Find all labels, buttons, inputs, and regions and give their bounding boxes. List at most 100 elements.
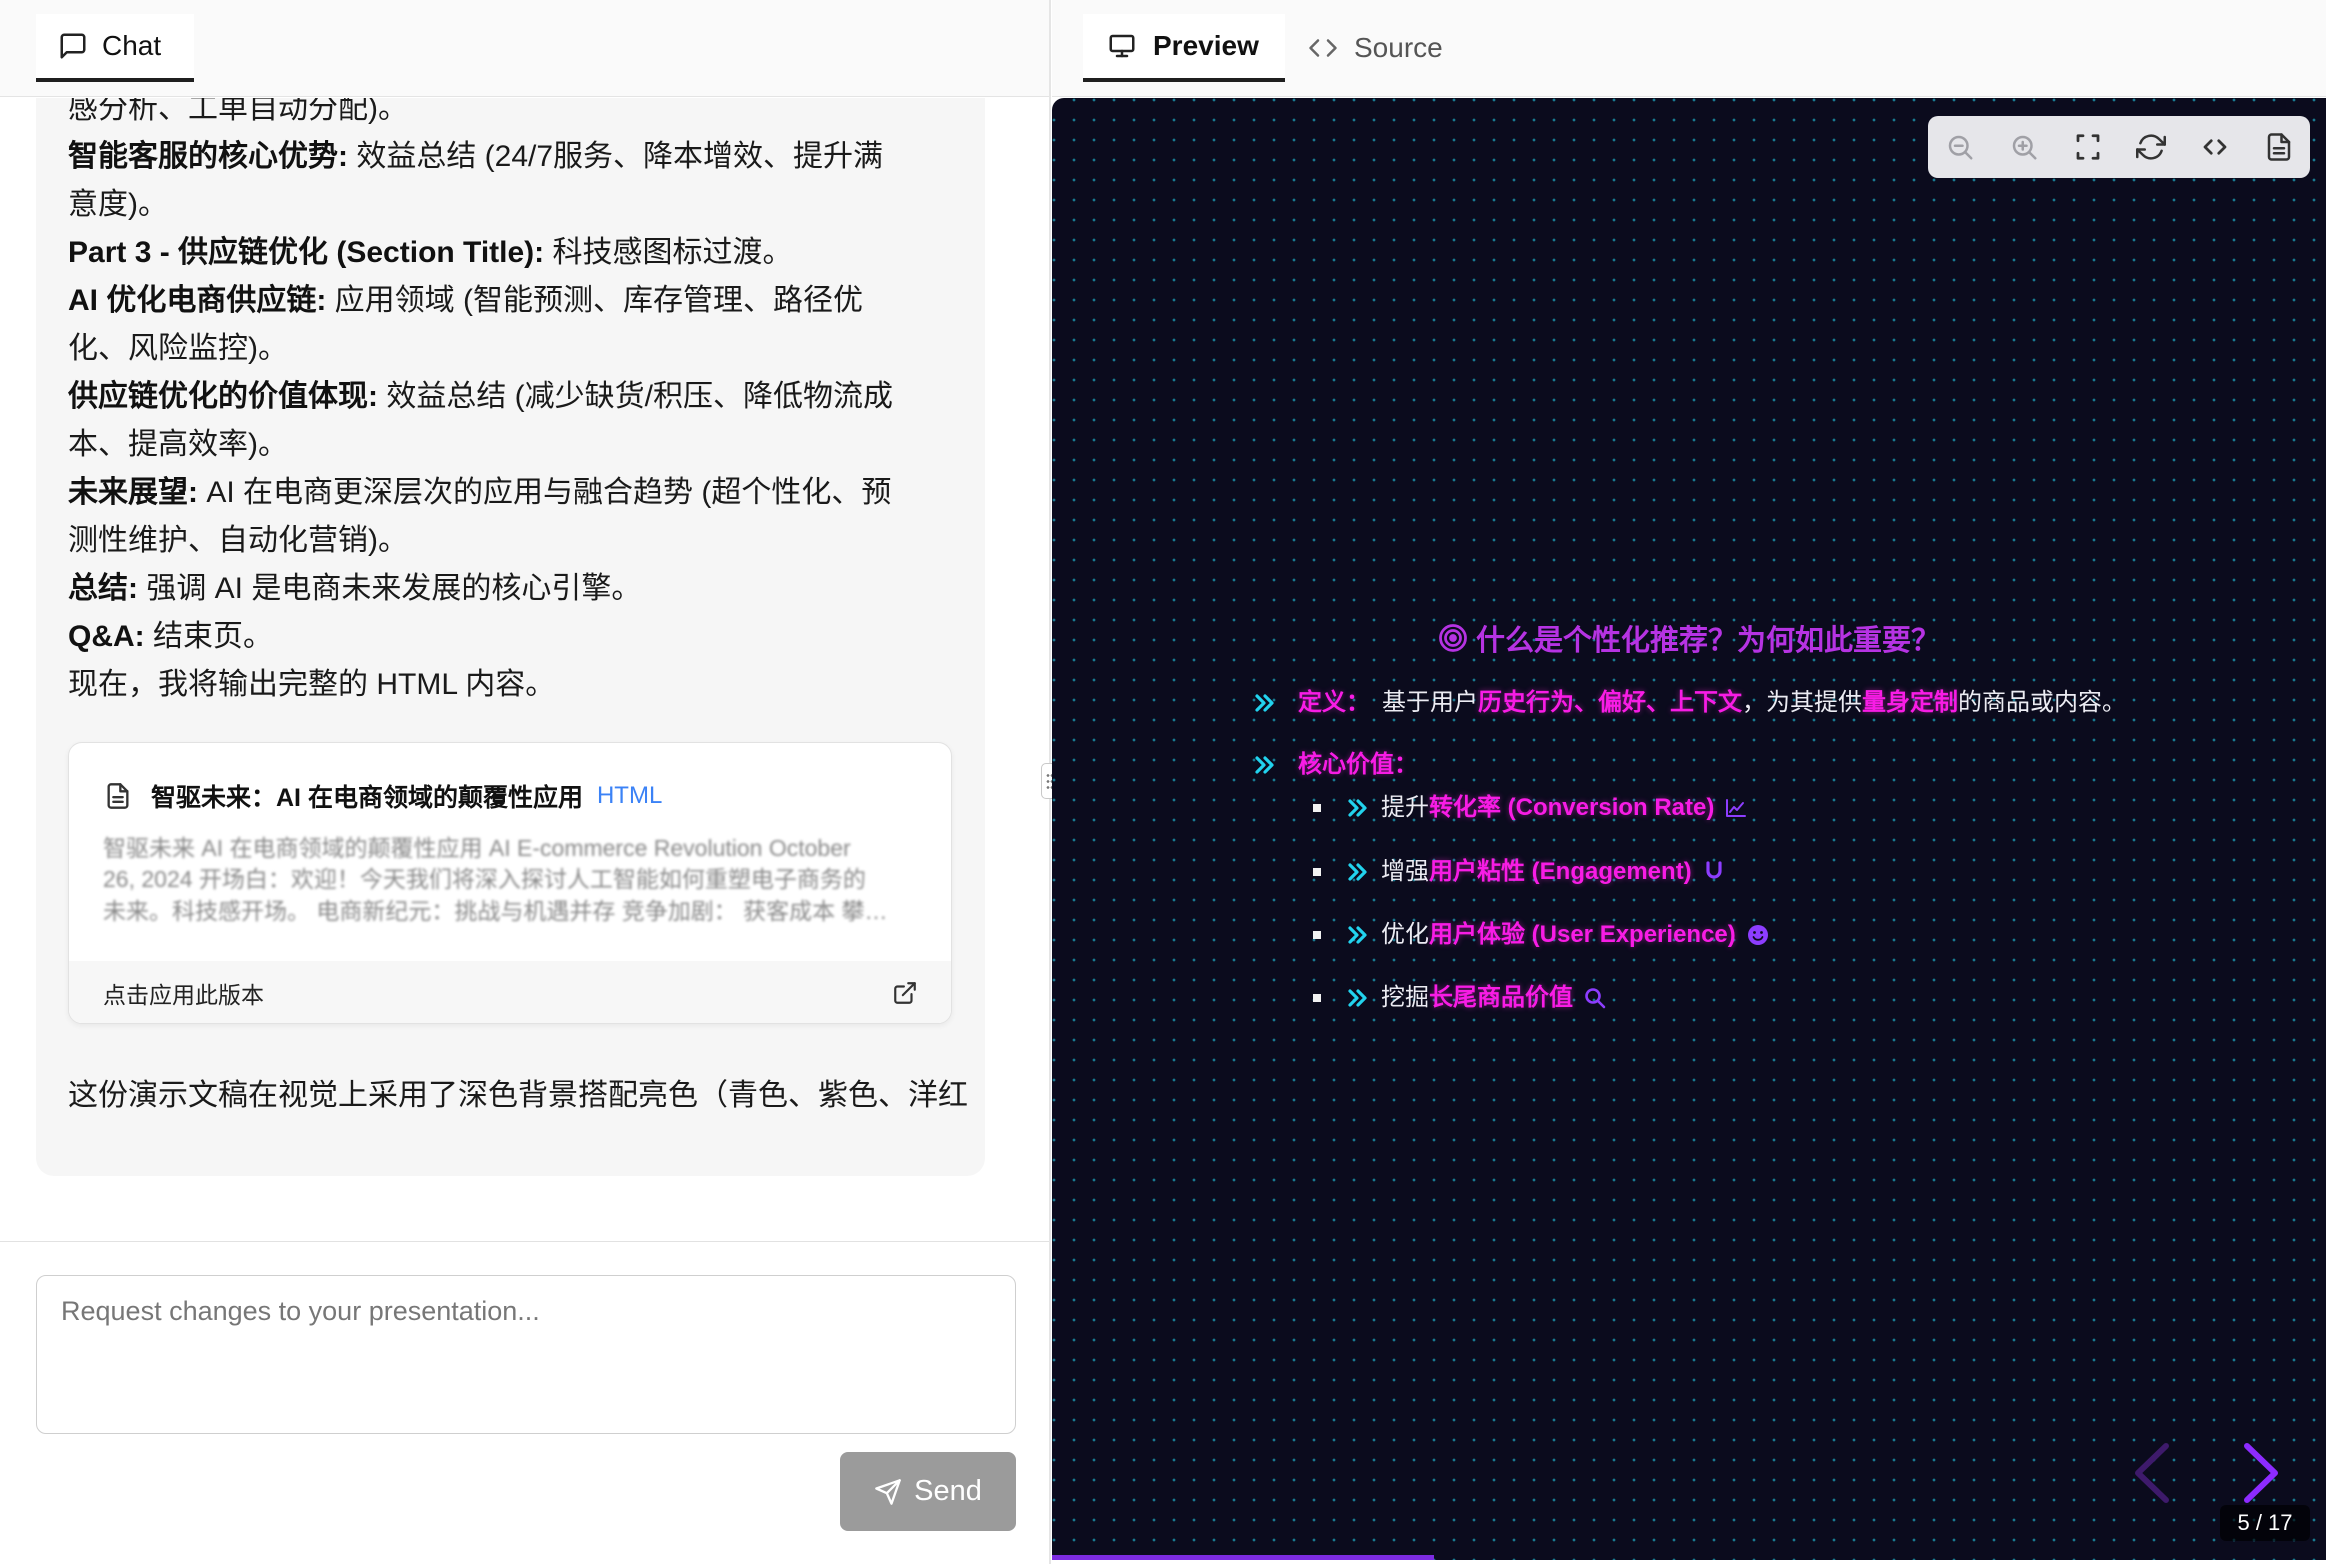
artifact-title: 智驱未来：AI 在电商领域的颠覆性应用 [151, 784, 583, 812]
definition-highlight: 量身定制 [1862, 689, 1958, 716]
artifact-preview-line: 未来。科技感开场。 电商新纪元：挑战与机遇并存 竞争加剧： 获客成本 攀… [103, 898, 888, 924]
artifact-preview-line: 智驱未来 AI 在电商领域的颠覆性应用 AI E-commerce Revolu… [103, 835, 851, 861]
send-icon [874, 1478, 902, 1506]
value-item: 优化 用户体验 (User Experience) [1381, 917, 1770, 953]
value-item: 提升 转化率 (Conversion Rate) [1381, 790, 1748, 826]
artifact-title-row: 智驱未来：AI 在电商领域的颠覆性应用 HTML [69, 776, 951, 816]
message-line-bold: Part 3 - 供应链优化 (Section Title): [68, 236, 545, 269]
message-line-bold: Q&A: [68, 620, 145, 653]
slide-title-text: 什么是个性化推荐？为何如此重要？ [1475, 625, 1940, 657]
double-chevron-icon [1346, 986, 1370, 1010]
message-line: 本、提高效率)。 [68, 421, 288, 469]
tab-preview[interactable]: Preview [1083, 14, 1285, 82]
bullseye-icon [1438, 623, 1468, 653]
code-icon[interactable] [2200, 132, 2230, 162]
message-line-text: 效益总结 (减少缺货/积压、降低物流成 [378, 380, 893, 413]
message-line-bold: 供应链优化的价值体现: [68, 380, 378, 413]
message-line-text: 本、提高效率)。 [68, 428, 288, 461]
magnet-icon [1702, 860, 1726, 884]
chat-message-area[interactable]: 感分析、工单自动分配)。 智能客服的核心优势: 效益总结 (24/7服务、降本增… [36, 98, 1017, 1198]
value-item: 增强 用户粘性 (Engagement) [1381, 854, 1726, 890]
double-chevron-icon [1346, 860, 1370, 884]
tab-source[interactable]: Source [1308, 14, 1443, 82]
message-line-bold: 总结: [68, 572, 138, 605]
bullet-marker [1313, 804, 1321, 812]
tab-chat-label: Chat [102, 30, 162, 61]
preview-toolbar [1928, 116, 2310, 178]
artifact-preview-line: 26, 2024 开场白：欢迎！今天我们将深入探讨人工智能如何重塑电子商务的 [103, 866, 866, 892]
definition-row: 定义： 基于用户 历史行为、偏好、上下文 ，为其提供 量身定制 的商品或内容。 [1298, 685, 2126, 721]
tab-preview-label: Preview [1153, 30, 1259, 61]
fullscreen-icon[interactable] [2073, 132, 2103, 162]
bullet-marker [1313, 868, 1321, 876]
message-line: 感分析、工单自动分配)。 [68, 98, 408, 133]
artifact-type-badge: HTML [596, 782, 663, 809]
request-changes-input[interactable] [36, 1275, 1016, 1434]
definition-text: 基于用户 [1382, 689, 1478, 716]
external-link-icon[interactable] [892, 980, 918, 1006]
core-value-label: 核心价值： [1298, 751, 1418, 778]
message-line-text: 效益总结 (24/7服务、降本增效、提升满 [348, 140, 884, 173]
message-line-text: 应用领域 (智能预测、库存管理、路径优 [326, 284, 863, 317]
definition-text: ，为其提供 [1742, 689, 1862, 716]
zoom-in-icon[interactable] [2009, 132, 2039, 162]
prev-slide-button[interactable] [2128, 1440, 2174, 1506]
message-line-text: 化、风险监控)。 [68, 332, 288, 365]
message-line: 意度)。 [68, 181, 168, 229]
value-highlight: 长尾商品价值 [1429, 984, 1573, 1011]
message-line-text: AI 在电商更深层次的应用与融合趋势 (超个性化、预 [198, 476, 892, 509]
zoom-out-icon[interactable] [1945, 132, 1975, 162]
message-line-text: 感分析、工单自动分配)。 [68, 98, 408, 125]
document-icon[interactable] [2264, 132, 2294, 162]
message-line: 供应链优化的价值体现: 效益总结 (减少缺货/积压、降低物流成 [68, 373, 893, 421]
double-chevron-icon [1346, 923, 1370, 947]
double-chevron-icon [1253, 691, 1277, 715]
message-line-text: 结束页。 [144, 620, 273, 653]
message-line-text: 意度)。 [68, 188, 168, 221]
page-indicator: 5 / 17 [2220, 1505, 2310, 1541]
value-verb: 优化 [1381, 921, 1429, 948]
smile-icon [1746, 923, 1770, 947]
bullet-marker [1313, 994, 1321, 1002]
value-verb: 增强 [1381, 858, 1429, 885]
bullet-marker [1313, 931, 1321, 939]
message-line: Q&A: 结束页。 [68, 613, 273, 661]
double-chevron-icon [1346, 796, 1370, 820]
message-line: 未来展望: AI 在电商更深层次的应用与融合趋势 (超个性化、预 [68, 469, 891, 517]
message-line-bold: AI 优化电商供应链: [68, 284, 327, 317]
double-chevron-icon [1253, 753, 1277, 777]
monitor-icon [1107, 31, 1137, 61]
tab-source-label: Source [1354, 32, 1443, 63]
search-icon [1583, 986, 1607, 1010]
slide-preview[interactable]: 什么是个性化推荐？为何如此重要？ 定义： 基于用户 历史行为、偏好、上下文 ，为… [1052, 98, 2326, 1560]
message-line-text: 强调 AI 是电商未来发展的核心引擎。 [138, 572, 642, 605]
file-text-icon [104, 782, 132, 810]
value-highlight: 用户粘性 (Engagement) [1429, 858, 1692, 885]
definition-highlight: 历史行为、偏好、上下文 [1478, 689, 1742, 716]
message-line: 总结: 强调 AI 是电商未来发展的核心引擎。 [68, 565, 641, 613]
value-item: 挖掘 长尾商品价值 [1381, 980, 1607, 1016]
divider [0, 1241, 1050, 1242]
message-line-text: 现在，我将输出完整的 HTML 内容。 [68, 668, 556, 701]
message-line: Part 3 - 供应链优化 (Section Title): 科技感图标过渡。 [68, 229, 793, 277]
apply-version-button[interactable]: 点击应用此版本 [69, 961, 951, 1023]
value-highlight: 转化率 (Conversion Rate) [1429, 794, 1715, 821]
apply-version-label: 点击应用此版本 [103, 982, 264, 1008]
slide-progress-bar [1052, 1555, 1434, 1560]
send-label: Send [914, 1475, 982, 1507]
refresh-icon[interactable] [2136, 132, 2166, 162]
message-line-bold: 未来展望: [68, 476, 198, 509]
tab-chat[interactable]: Chat [36, 14, 194, 82]
value-verb: 提升 [1381, 794, 1429, 821]
message-line: 现在，我将输出完整的 HTML 内容。 [68, 661, 555, 709]
artifact-card[interactable]: 智驱未来：AI 在电商领域的颠覆性应用 HTML 智驱未来 AI 在电商领域的颠… [68, 742, 952, 1024]
slide-title: 什么是个性化推荐？为何如此重要？ [1052, 618, 2326, 658]
definition-label: 定义： [1298, 689, 1370, 716]
next-slide-button[interactable] [2239, 1440, 2285, 1506]
message-line-bold: 智能客服的核心优势: [68, 140, 348, 173]
send-button[interactable]: Send [840, 1452, 1016, 1531]
message-line: 测性维护、自动化营销)。 [68, 517, 408, 565]
value-highlight: 用户体验 (User Experience) [1429, 921, 1736, 948]
message-trailing-text: 这份演示文稿在视觉上采用了深色背景搭配亮色（青色、紫色、洋红 [68, 1079, 968, 1112]
value-verb: 挖掘 [1381, 984, 1429, 1011]
